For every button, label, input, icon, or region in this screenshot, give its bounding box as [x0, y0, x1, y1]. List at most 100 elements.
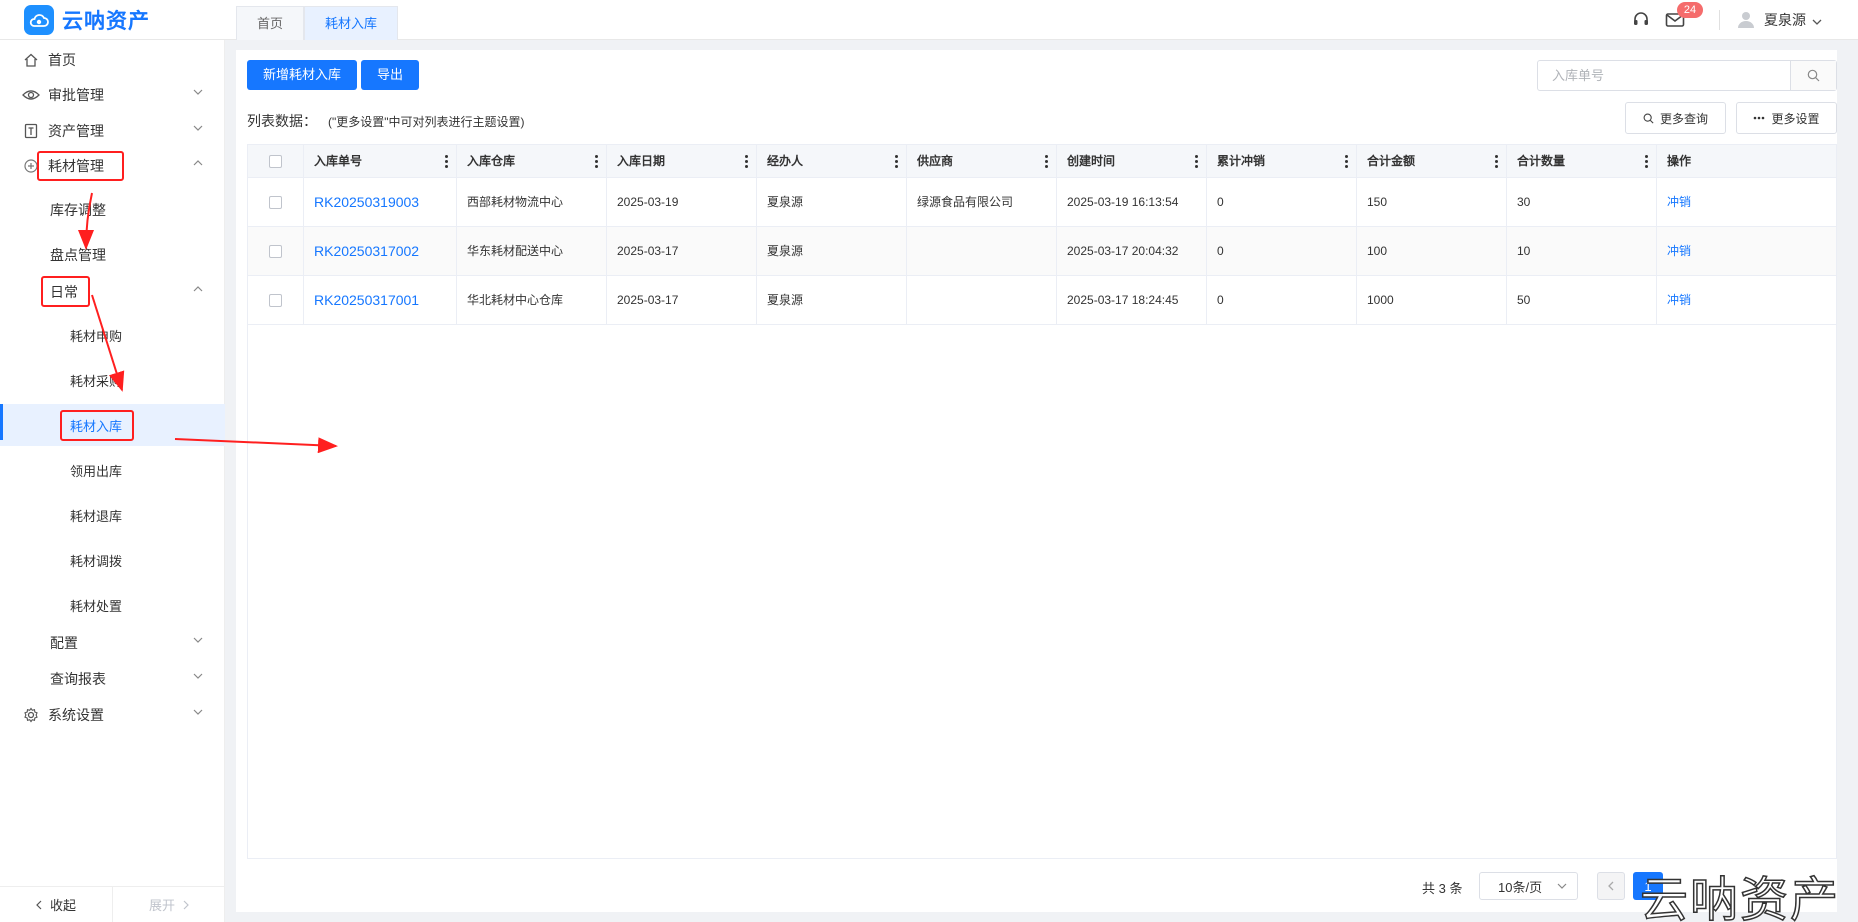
- table-cell: 2025-03-19: [607, 178, 757, 226]
- table-cell: [907, 276, 1057, 324]
- mail-badge: 24: [1677, 2, 1703, 18]
- inbound-number-link[interactable]: RK20250319003: [304, 178, 457, 226]
- export-button[interactable]: 导出: [361, 60, 420, 90]
- column-header: 入库单号: [304, 145, 457, 178]
- prev-page-button[interactable]: [1597, 872, 1625, 900]
- more-settings-button[interactable]: 更多设置: [1736, 102, 1837, 134]
- support-headset-icon[interactable]: [1629, 8, 1653, 32]
- table-cell: 夏泉源: [757, 276, 907, 324]
- sidebar-item-assets[interactable]: 资产管理: [0, 113, 225, 149]
- inbound-number-link[interactable]: RK20250317002: [304, 227, 457, 275]
- table-cell: 绿源食品有限公司: [907, 178, 1057, 226]
- sidebar-item-approval[interactable]: 审批管理: [0, 77, 225, 113]
- column-menu-icon[interactable]: [1645, 155, 1648, 168]
- table-cell: 华东耗材配送中心: [457, 227, 607, 275]
- collapse-button[interactable]: 收起: [0, 887, 112, 922]
- sidebar-item-label: 盘点管理: [50, 247, 106, 263]
- select-all-checkbox[interactable]: [269, 155, 282, 168]
- column-menu-icon[interactable]: [1045, 155, 1048, 168]
- top-bar: 云呐资产 首页 耗材入库 24 夏泉源: [0, 0, 1858, 40]
- search-button[interactable]: [1790, 61, 1836, 90]
- select-all-cell: [248, 145, 304, 178]
- column-header: 入库仓库: [457, 145, 607, 178]
- chevron-left-icon: [1608, 881, 1614, 891]
- table-row[interactable]: RK20250317002 华东耗材配送中心 2025-03-17 夏泉源 20…: [248, 227, 1836, 276]
- column-menu-icon[interactable]: [1345, 155, 1348, 168]
- sidebar-item-home[interactable]: 首页: [0, 42, 225, 78]
- tab-home[interactable]: 首页: [236, 6, 305, 40]
- table-cell: 10: [1507, 227, 1657, 275]
- chevron-left-icon: [36, 900, 42, 909]
- table-row[interactable]: RK20250319003 西部耗材物流中心 2025-03-19 夏泉源 绿源…: [248, 178, 1836, 227]
- search-input[interactable]: [1538, 61, 1790, 90]
- sidebar-item-procurement[interactable]: 耗材采购: [0, 362, 225, 398]
- sidebar-item-label: 耗材调拨: [70, 553, 123, 569]
- column-label: 合计数量: [1517, 154, 1566, 168]
- table-cell: 华北耗材中心仓库: [457, 276, 607, 324]
- sidebar-item-purchase-request[interactable]: 耗材申购: [0, 317, 225, 353]
- eye-icon: [22, 86, 40, 104]
- column-menu-icon[interactable]: [445, 155, 448, 168]
- mail-icon[interactable]: 24: [1663, 2, 1703, 32]
- annotation-box-daily: [41, 276, 90, 307]
- column-header: 累计冲销: [1207, 145, 1357, 178]
- column-menu-icon[interactable]: [595, 155, 598, 168]
- row-checkbox[interactable]: [269, 244, 282, 258]
- sidebar-item-inventory-check[interactable]: 盘点管理: [0, 237, 225, 273]
- page-size-label: 10条/页: [1498, 879, 1543, 895]
- app-logo[interactable]: 云呐资产: [24, 5, 234, 35]
- table-cell: 西部耗材物流中心: [457, 178, 607, 226]
- table-cell: 30: [1507, 178, 1657, 226]
- sidebar-item-reports[interactable]: 查询报表: [0, 661, 225, 697]
- user-menu[interactable]: 夏泉源: [1736, 9, 1822, 32]
- search-icon: [1807, 69, 1820, 82]
- row-checkbox[interactable]: [269, 195, 282, 209]
- writeoff-link[interactable]: 冲销: [1657, 227, 1836, 275]
- sidebar-item-issue-outbound[interactable]: 领用出库: [0, 452, 225, 488]
- chevron-down-icon: [193, 637, 203, 643]
- table-cell: 150: [1357, 178, 1507, 226]
- sidebar-item-label: 耗材处置: [70, 598, 123, 614]
- table-row[interactable]: RK20250317001 华北耗材中心仓库 2025-03-17 夏泉源 20…: [248, 276, 1836, 325]
- sidebar-item-system-settings[interactable]: 系统设置: [0, 697, 225, 733]
- column-label: 入库仓库: [467, 154, 516, 168]
- row-checkbox[interactable]: [269, 293, 282, 307]
- column-label: 供应商: [917, 154, 954, 168]
- page-size-select[interactable]: 10条/页: [1479, 872, 1578, 900]
- add-inbound-button[interactable]: 新增耗材入库: [247, 60, 358, 90]
- tab-consumable-inbound[interactable]: 耗材入库: [304, 6, 399, 40]
- table-cell: 2025-03-17 20:04:32: [1057, 227, 1207, 275]
- column-menu-icon[interactable]: [1495, 155, 1498, 168]
- column-header: 操作: [1657, 145, 1836, 178]
- column-header: 入库日期: [607, 145, 757, 178]
- table-cell: 2025-03-19 16:13:54: [1057, 178, 1207, 226]
- list-title: 列表数据：: [247, 113, 317, 129]
- more-query-button[interactable]: 更多查询: [1625, 102, 1726, 134]
- writeoff-link[interactable]: 冲销: [1657, 276, 1836, 324]
- sidebar-item-label: 系统设置: [48, 707, 104, 723]
- chevron-down-icon: [193, 709, 203, 715]
- header-divider: [1719, 10, 1720, 30]
- sidebar-item-daily[interactable]: 日常: [0, 274, 225, 310]
- sidebar-item-label: 领用出库: [70, 463, 123, 479]
- inbound-number-link[interactable]: RK20250317001: [304, 276, 457, 324]
- list-hint: ("更多设置"中可对列表进行主题设置): [328, 115, 525, 129]
- column-label: 创建时间: [1067, 154, 1116, 168]
- sidebar-item-stock-adjust[interactable]: 库存调整: [0, 192, 225, 228]
- sidebar-item-return[interactable]: 耗材退库: [0, 497, 225, 533]
- column-header: 合计金额: [1357, 145, 1507, 178]
- column-menu-icon[interactable]: [745, 155, 748, 168]
- expand-button[interactable]: 展开: [112, 887, 225, 922]
- column-menu-icon[interactable]: [1195, 155, 1198, 168]
- sidebar-item-transfer[interactable]: 耗材调拨: [0, 542, 225, 578]
- sidebar-item-label: 查询报表: [50, 671, 106, 687]
- column-header: 合计数量: [1507, 145, 1657, 178]
- writeoff-link[interactable]: 冲销: [1657, 178, 1836, 226]
- table-cell: 100: [1357, 227, 1507, 275]
- inbound-table: 入库单号 入库仓库 入库日期 经办人 供应商 创建时间 累计冲销 合计金额 合计…: [247, 144, 1837, 859]
- sidebar-item-config[interactable]: 配置: [0, 625, 225, 661]
- column-menu-icon[interactable]: [895, 155, 898, 168]
- table-header: 入库单号 入库仓库 入库日期 经办人 供应商 创建时间 累计冲销 合计金额 合计…: [248, 145, 1836, 178]
- sidebar-item-disposal[interactable]: 耗材处置: [0, 587, 225, 623]
- column-label: 累计冲销: [1217, 154, 1266, 168]
